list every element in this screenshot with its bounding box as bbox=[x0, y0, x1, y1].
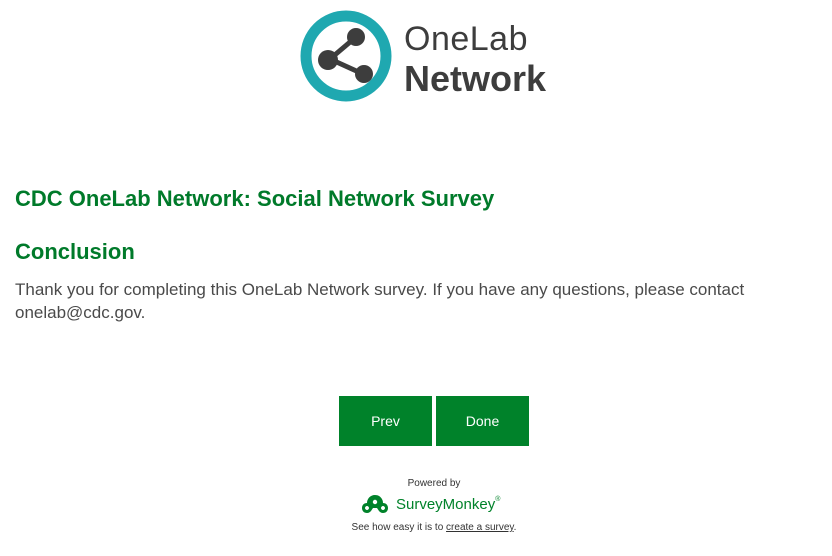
page-title: Conclusion bbox=[15, 239, 135, 264]
surveymonkey-brand[interactable]: SurveyMonkey® bbox=[360, 491, 520, 519]
survey-page: OneLab Network CDC OneLab Network: Socia… bbox=[0, 0, 832, 556]
surveymonkey-name: SurveyMonkey® bbox=[396, 496, 501, 513]
done-button[interactable]: Done bbox=[436, 396, 529, 446]
prev-button[interactable]: Prev bbox=[339, 396, 432, 446]
logo-text-onelab: OneLab bbox=[404, 20, 528, 58]
powered-by-label: Powered by bbox=[407, 478, 461, 489]
logo-text-network: Network bbox=[404, 58, 547, 99]
survey-title: CDC OneLab Network: Social Network Surve… bbox=[15, 186, 495, 211]
create-survey-suffix: . bbox=[513, 522, 517, 533]
onelab-network-logo: OneLab Network bbox=[300, 10, 580, 106]
create-survey-prefix: See how easy it is to bbox=[351, 522, 444, 533]
share-network-icon bbox=[300, 10, 392, 102]
create-survey-link[interactable]: create a survey bbox=[446, 522, 514, 533]
surveymonkey-logo-icon bbox=[362, 495, 388, 513]
conclusion-message: Thank you for completing this OneLab Net… bbox=[15, 280, 745, 322]
create-survey-line: See how easy it is to create a survey. bbox=[0, 522, 832, 533]
